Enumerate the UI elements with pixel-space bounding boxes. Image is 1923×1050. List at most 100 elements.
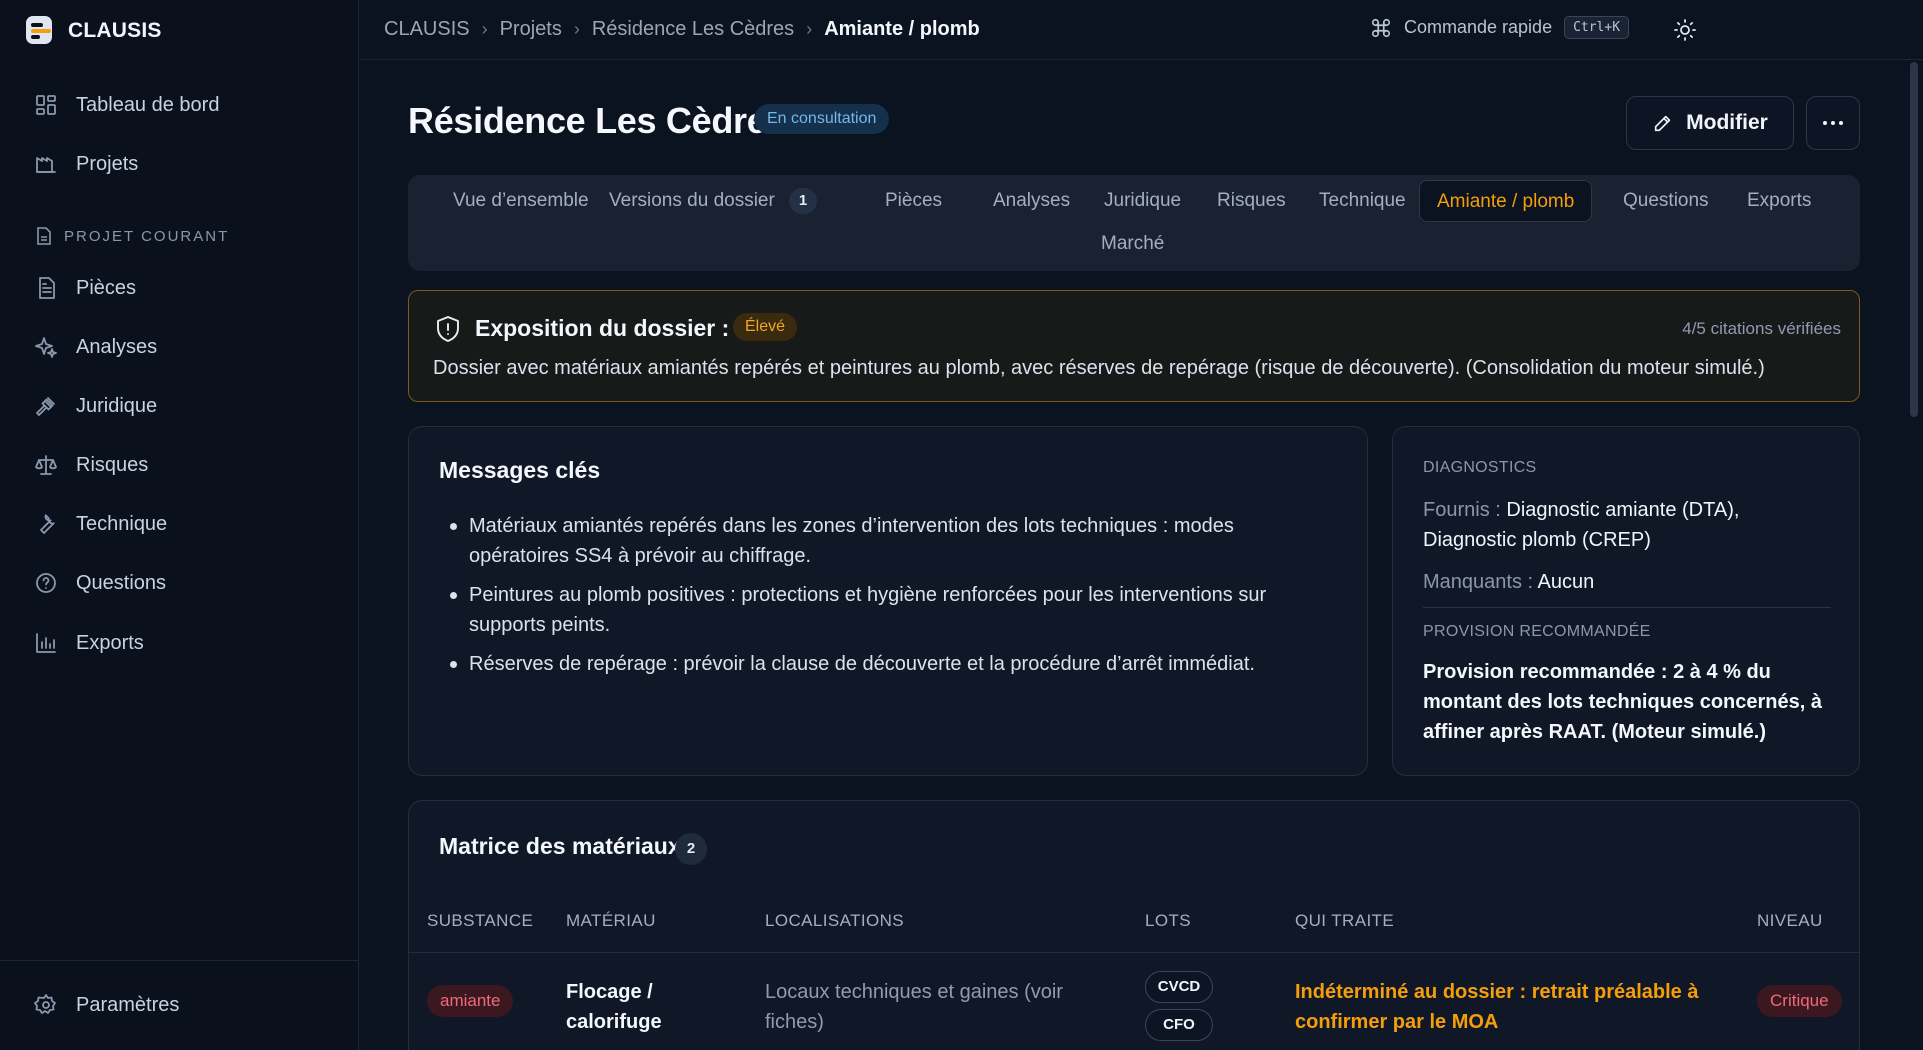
- gavel-icon: [36, 397, 55, 416]
- matrix-title: Matrice des matériaux: [439, 833, 681, 859]
- sidebar-item-dashboard[interactable]: Tableau de bord: [34, 90, 219, 120]
- sidebar-item-projects[interactable]: Projets: [34, 149, 138, 179]
- theme-toggle[interactable]: [1673, 18, 1697, 42]
- list-item: Peintures au plomb positives : protectio…: [439, 580, 1329, 640]
- diagnostics-missing: Manquants : Aucun: [1423, 571, 1595, 593]
- sidebar-item-label: Risques: [76, 453, 149, 476]
- topbar: CLAUSIS › Projets › Résidence Les Cèdres…: [360, 0, 1923, 60]
- command-label: Commande rapide: [1404, 17, 1553, 37]
- sidebar-item-questions[interactable]: Questions: [34, 568, 166, 598]
- table-header: SUBSTANCE MATÉRIAU LOCALISATIONS LOTS QU…: [409, 901, 1859, 953]
- shield-alert-icon: [435, 315, 461, 343]
- pencil-icon: [1654, 115, 1671, 132]
- sun-icon: [1674, 19, 1696, 41]
- brand-name: CLAUSIS: [68, 19, 162, 42]
- tab-overview[interactable]: Vue d’ensemble: [436, 180, 606, 222]
- sidebar-item-label: Projets: [76, 152, 139, 175]
- tab-versions[interactable]: Versions du dossier 1: [592, 180, 834, 222]
- key-messages-title: Messages clés: [439, 457, 601, 483]
- provision-label: PROVISION RECOMMANDÉE: [1423, 623, 1651, 640]
- section-label-current-project: PROJET COURANT: [36, 227, 229, 245]
- chevron-right-icon: ›: [481, 19, 488, 39]
- scale-icon: [35, 455, 57, 475]
- column-header[interactable]: MATÉRIAU: [566, 911, 656, 931]
- diagnostics-label: DIAGNOSTICS: [1423, 459, 1537, 476]
- breadcrumb: CLAUSIS › Projets › Résidence Les Cèdres…: [384, 18, 980, 41]
- tab-pieces[interactable]: Pièces: [868, 180, 959, 222]
- tab-juridique[interactable]: Juridique: [1087, 180, 1198, 222]
- exposure-card: Exposition du dossier : Élevé 4/5 citati…: [408, 290, 1860, 402]
- brand[interactable]: CLAUSIS: [26, 16, 162, 46]
- sidebar-item-label: Juridique: [76, 394, 158, 417]
- command-palette-button[interactable]: Commande rapide Ctrl+K: [1370, 16, 1630, 39]
- exposure-level-badge: Élevé: [733, 313, 798, 341]
- matrix-count-badge: 2: [675, 833, 707, 865]
- sparkles-icon: [35, 337, 57, 358]
- sidebar-item-label: Analyses: [76, 335, 158, 358]
- breadcrumb-item[interactable]: Projets: [500, 18, 562, 41]
- logo-icon: [26, 16, 54, 46]
- column-header[interactable]: LOTS: [1145, 911, 1191, 931]
- sidebar-item-analyses[interactable]: Analyses: [34, 332, 157, 362]
- key-messages-card: Messages clés Matériaux amiantés repérés…: [408, 426, 1368, 776]
- file-icon: [37, 227, 51, 245]
- sidebar: CLAUSIS Tableau de bord Projets PROJET C…: [0, 0, 359, 1050]
- more-dot: [1823, 121, 1827, 125]
- sidebar-item-label: Technique: [76, 512, 168, 535]
- column-header[interactable]: SUBSTANCE: [427, 911, 533, 931]
- level-cell: Critique: [1757, 985, 1842, 1017]
- locations-cell: Locaux techniques et gaines (voir fiches…: [765, 981, 1063, 1033]
- tab-technique[interactable]: Technique: [1302, 180, 1423, 222]
- gear-icon: [34, 994, 56, 1014]
- materials-matrix-card: Matrice des matériaux 2 SUBSTANCE MATÉRI…: [408, 800, 1860, 1050]
- column-header[interactable]: NIVEAU: [1757, 911, 1823, 931]
- list-item: Matériaux amiantés repérés dans les zone…: [439, 511, 1329, 571]
- sidebar-item-label: Tableau de bord: [76, 93, 220, 116]
- breadcrumb-item[interactable]: Résidence Les Cèdres: [592, 18, 794, 41]
- level-badge: Critique: [1757, 985, 1842, 1017]
- divider: [1423, 607, 1831, 608]
- modify-button[interactable]: Modifier: [1626, 96, 1794, 150]
- chevron-right-icon: ›: [573, 19, 580, 39]
- tab-bar: Vue d’ensemble Versions du dossier 1 Pièc…: [408, 175, 1860, 271]
- tab-marche[interactable]: Marché: [1084, 223, 1181, 265]
- chevron-right-icon: ›: [806, 19, 813, 39]
- who-handles-cell: Indéterminé au dossier : retrait préalab…: [1295, 981, 1699, 1033]
- tab-risques[interactable]: Risques: [1200, 180, 1303, 222]
- tab-exports[interactable]: Exports: [1730, 180, 1828, 222]
- sidebar-item-pieces[interactable]: Pièces: [34, 273, 136, 303]
- dashboard-icon: [36, 95, 56, 115]
- key-messages-list: Matériaux amiantés repérés dans les zone…: [439, 511, 1329, 688]
- exposure-description: Dossier avec matériaux amiantés repérés …: [433, 357, 1765, 379]
- sidebar-item-risques[interactable]: Risques: [34, 450, 148, 480]
- diagnostics-provided: Fournis : Diagnostic amiante (DTA), Diag…: [1423, 499, 1740, 551]
- sidebar-item-technique[interactable]: Technique: [34, 509, 167, 539]
- diagnostics-card: DIAGNOSTICS Fournis : Diagnostic amiante…: [1392, 426, 1860, 776]
- column-header[interactable]: LOCALISATIONS: [765, 911, 904, 931]
- sidebar-item-settings[interactable]: Paramètres: [34, 990, 179, 1020]
- sidebar-divider: [0, 960, 359, 961]
- tab-amiante-plomb[interactable]: Amiante / plomb: [1419, 180, 1593, 222]
- lot-badge: CVCD: [1145, 971, 1213, 1003]
- sidebar-item-label: Pièces: [76, 276, 137, 299]
- scrollbar-thumb[interactable]: [1910, 62, 1918, 417]
- more-options-button[interactable]: [1806, 96, 1860, 150]
- tab-count-badge: 1: [788, 187, 818, 214]
- column-header[interactable]: QUI TRAITE: [1295, 911, 1394, 931]
- sidebar-item-label: Exports: [76, 631, 144, 654]
- status-badge: En consultation: [754, 104, 890, 134]
- command-icon: [1371, 18, 1391, 37]
- breadcrumb-item[interactable]: CLAUSIS: [384, 18, 470, 41]
- help-circle-icon: [36, 573, 56, 593]
- more-dot: [1839, 121, 1843, 125]
- sidebar-item-label: Questions: [76, 571, 167, 594]
- citations-count: 4/5 citations vérifiées: [1682, 319, 1841, 338]
- tab-questions[interactable]: Questions: [1606, 180, 1726, 222]
- substance-cell: amiante: [427, 985, 514, 1017]
- provision-text: Provision recommandée : 2 à 4 % du monta…: [1423, 661, 1822, 743]
- sidebar-item-juridique[interactable]: Juridique: [34, 391, 157, 421]
- tab-analyses[interactable]: Analyses: [976, 180, 1087, 222]
- projects-icon: [36, 157, 56, 173]
- sidebar-item-exports[interactable]: Exports: [34, 628, 144, 658]
- shortcut-badge: Ctrl+K: [1564, 16, 1630, 39]
